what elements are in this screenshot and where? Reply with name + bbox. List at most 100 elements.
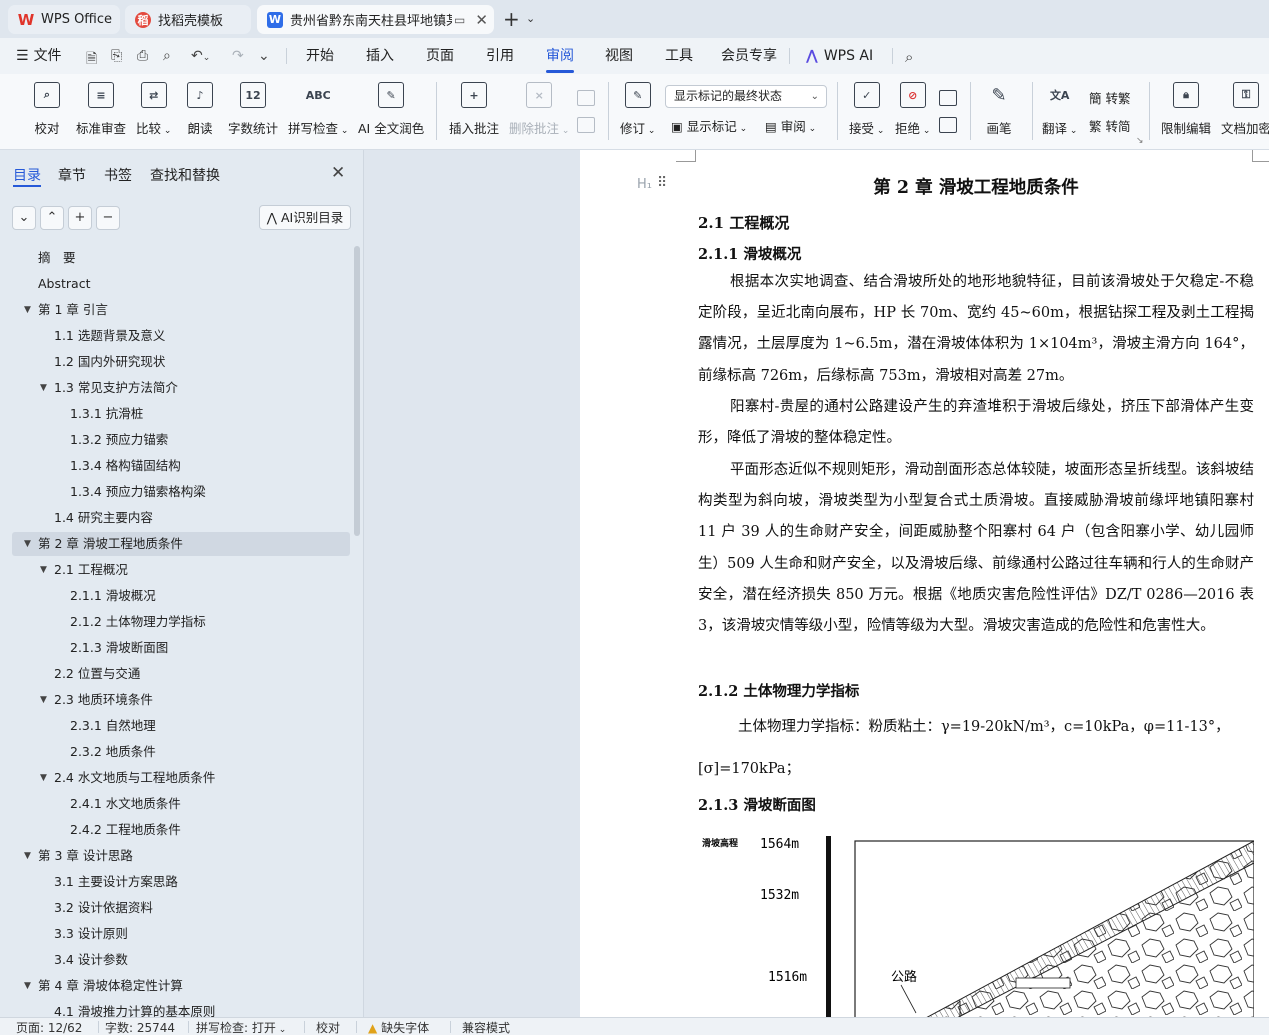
delete-comment-button[interactable]: × 删除批注 ⌄ bbox=[509, 82, 569, 137]
show-markup-button[interactable]: ▣ 显示标记 ⌄ bbox=[671, 116, 747, 135]
add-heading-icon[interactable]: + bbox=[68, 206, 92, 230]
proofread-status[interactable]: 校对 bbox=[316, 1019, 340, 1035]
toc-item[interactable]: 2.4.2 工程地质条件 bbox=[12, 818, 350, 842]
drag-handle-icon[interactable]: ⠿ bbox=[657, 175, 667, 191]
expand-toggle-icon[interactable]: ▼ bbox=[40, 376, 47, 400]
toc-item[interactable]: 1.4 研究主要内容 bbox=[12, 506, 350, 530]
toc-item[interactable]: 4.1 滑坡推力计算的基本原则 bbox=[12, 1000, 350, 1017]
save-icon[interactable]: 🗎 bbox=[86, 48, 97, 72]
nav-tab-find-replace[interactable]: 查找和替换 bbox=[150, 165, 220, 185]
menu-page[interactable]: 页面 bbox=[426, 38, 454, 74]
redo-icon[interactable]: ↷ bbox=[232, 48, 244, 64]
to-simplified-button[interactable]: 繁 转简 bbox=[1089, 116, 1131, 135]
menu-member[interactable]: 会员专享 bbox=[721, 38, 777, 74]
toc-item[interactable]: 2.1.3 滑坡断面图 bbox=[12, 636, 350, 660]
compare-button[interactable]: ⇄ 比较 ⌄ bbox=[136, 82, 171, 137]
previous-change-icon[interactable] bbox=[939, 90, 957, 106]
toc-item[interactable]: 1.3.4 预应力锚索格构梁 bbox=[12, 480, 350, 504]
search-icon[interactable]: ⌕ bbox=[905, 48, 913, 66]
screen-icon[interactable]: ▭ bbox=[454, 13, 465, 27]
toc-item[interactable]: 2.4.1 水文地质条件 bbox=[12, 792, 350, 816]
next-change-icon[interactable] bbox=[939, 117, 957, 133]
toc-item[interactable]: 1.3.1 抗滑桩 bbox=[12, 402, 350, 426]
menu-references[interactable]: 引用 bbox=[486, 38, 514, 74]
accept-button[interactable]: ✓ 接受 ⌄ bbox=[849, 82, 884, 137]
tab-list-chevron-icon[interactable]: ⌄ bbox=[526, 12, 535, 25]
nav-tab-bookmarks[interactable]: 书签 bbox=[104, 165, 132, 185]
file-menu[interactable]: ☰ 文件 bbox=[16, 38, 62, 74]
previous-comment-icon[interactable] bbox=[577, 90, 595, 106]
read-aloud-button[interactable]: ♪ 朗读 bbox=[187, 82, 213, 137]
toc-item[interactable]: 1.2 国内外研究现状 bbox=[12, 350, 350, 374]
to-traditional-button[interactable]: 簡 转繁 bbox=[1089, 88, 1131, 107]
expand-toggle-icon[interactable]: ▼ bbox=[40, 688, 47, 712]
new-tab-icon[interactable]: + bbox=[503, 9, 520, 29]
toc-item[interactable]: ▼ 第 4 章 滑坡体稳定性计算 bbox=[12, 974, 350, 998]
heading-style-icon[interactable]: H₁ bbox=[637, 177, 652, 192]
close-tab-icon[interactable]: ✕ bbox=[475, 11, 488, 29]
translate-button[interactable]: 文A 翻译 ⌄ bbox=[1042, 82, 1077, 137]
tab-document[interactable]: W 贵州省黔东南天柱县坪地镇某 ▭ ✕ bbox=[257, 5, 494, 34]
close-pane-icon[interactable]: ✕ bbox=[331, 163, 345, 183]
nav-tab-sections[interactable]: 章节 bbox=[58, 165, 86, 185]
menu-tools[interactable]: 工具 bbox=[665, 38, 693, 74]
word-count-indicator[interactable]: 字数: 25744 bbox=[105, 1019, 175, 1035]
nav-scrollbar[interactable] bbox=[354, 246, 360, 536]
toc-item[interactable]: ▼ 2.1 工程概况 bbox=[12, 558, 350, 582]
track-changes-button[interactable]: ✎ 修订 ⌄ bbox=[620, 82, 655, 137]
ai-polish-button[interactable]: ✎ AI 全文润色 bbox=[358, 82, 424, 137]
next-comment-icon[interactable] bbox=[577, 117, 595, 133]
print-preview-icon[interactable]: ⌕ bbox=[163, 48, 171, 64]
tab-wps-office[interactable]: W WPS Office bbox=[8, 5, 120, 34]
toc-item[interactable]: 2.3.2 地质条件 bbox=[12, 740, 350, 764]
toc-item[interactable]: 摘 要 bbox=[12, 246, 350, 270]
proofread-button[interactable]: ⌕ 校对 bbox=[34, 82, 60, 137]
missing-font-status[interactable]: ▲ 缺失字体 bbox=[368, 1019, 429, 1035]
save-as-icon[interactable]: ⎘ bbox=[111, 48, 122, 64]
ai-toc-button[interactable]: ⋀ AI识别目录 bbox=[259, 205, 351, 230]
toc-item[interactable]: 1.1 选题背景及意义 bbox=[12, 324, 350, 348]
restrict-editing-button[interactable]: 🔒︎ 限制编辑 bbox=[1161, 82, 1211, 137]
word-count-button[interactable]: 12 字数统计 bbox=[228, 82, 278, 137]
insert-comment-button[interactable]: + 插入批注 bbox=[449, 82, 499, 137]
menu-wps-ai[interactable]: ⋀ WPS AI bbox=[806, 38, 873, 74]
review-pane-button[interactable]: ▤ 审阅 ⌄ bbox=[765, 116, 816, 135]
markup-mode-select[interactable]: 显示标记的最终状态 ⌄ bbox=[665, 85, 827, 108]
menu-home[interactable]: 开始 bbox=[306, 38, 334, 74]
document-page[interactable]: H₁ ⠿ 第 2 章 滑坡工程地质条件 2.1 工程概况 2.1.1 滑坡概况 … bbox=[580, 150, 1269, 1017]
page-indicator[interactable]: 页面: 12/62 bbox=[16, 1019, 82, 1035]
expand-toggle-icon[interactable]: ▼ bbox=[24, 298, 31, 322]
toc-item[interactable]: ▼ 第 2 章 滑坡工程地质条件 bbox=[12, 532, 350, 556]
toc-item[interactable]: 3.4 设计参数 bbox=[12, 948, 350, 972]
toc-item[interactable]: 1.3.2 预应力锚索 bbox=[12, 428, 350, 452]
toc-item[interactable]: 3.1 主要设计方案思路 bbox=[12, 870, 350, 894]
print-icon[interactable]: ⎙ bbox=[137, 48, 148, 64]
toc-item[interactable]: 3.2 设计依据资料 bbox=[12, 896, 350, 920]
expand-toggle-icon[interactable]: ▼ bbox=[24, 844, 31, 868]
pen-button[interactable]: ✎ 画笔 bbox=[986, 82, 1012, 137]
standard-review-button[interactable]: ≡ 标准审查 bbox=[76, 82, 126, 137]
expand-all-icon[interactable]: ⌄ bbox=[12, 206, 36, 230]
expand-toggle-icon[interactable]: ▼ bbox=[40, 558, 47, 582]
undo-icon[interactable]: ↶⌄ bbox=[191, 48, 210, 64]
toc-item[interactable]: 2.1.1 滑坡概况 bbox=[12, 584, 350, 608]
toc-item[interactable]: 2.3.1 自然地理 bbox=[12, 714, 350, 738]
menu-insert[interactable]: 插入 bbox=[366, 38, 394, 74]
toc-item[interactable]: 2.1.2 土体物理力学指标 bbox=[12, 610, 350, 634]
reject-button[interactable]: ⊘ 拒绝 ⌄ bbox=[895, 82, 930, 137]
spell-check-button[interactable]: ABC 拼写检查 ⌄ bbox=[288, 82, 348, 137]
spell-check-status[interactable]: 拼写检查: 打开 ⌄ bbox=[196, 1019, 286, 1035]
nav-tab-toc[interactable]: 目录 bbox=[13, 165, 41, 185]
menu-review[interactable]: 审阅 bbox=[546, 38, 574, 74]
toc-item[interactable]: ▼ 1.3 常见支护方法简介 bbox=[12, 376, 350, 400]
toc-item[interactable]: 2.2 位置与交通 bbox=[12, 662, 350, 686]
toc-item[interactable]: 3.3 设计原则 bbox=[12, 922, 350, 946]
document-encrypt-button[interactable]: ⚿ 文档加密 bbox=[1221, 82, 1269, 137]
toc-item[interactable]: ▼ 2.3 地质环境条件 bbox=[12, 688, 350, 712]
toc-item[interactable]: Abstract bbox=[12, 272, 350, 296]
toc-item[interactable]: ▼ 2.4 水文地质与工程地质条件 bbox=[12, 766, 350, 790]
quick-access-more-icon[interactable]: ⌄ bbox=[258, 48, 270, 64]
toc-item[interactable]: ▼ 第 1 章 引言 bbox=[12, 298, 350, 322]
collapse-all-icon[interactable]: ⌃ bbox=[40, 206, 64, 230]
expand-toggle-icon[interactable]: ▼ bbox=[24, 974, 31, 998]
